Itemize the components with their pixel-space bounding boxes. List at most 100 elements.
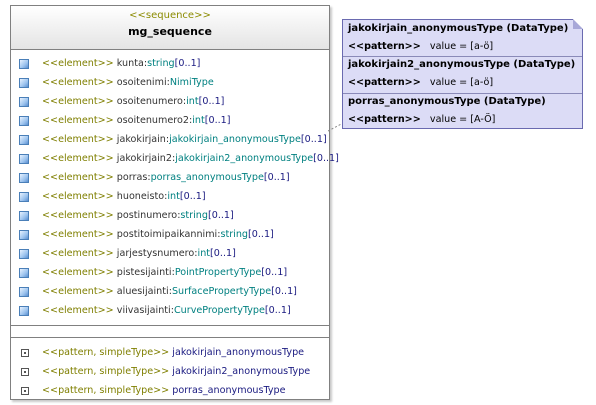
attribute-type: CurvePropertyType	[173, 305, 265, 316]
attribute-name: osoitenimi	[116, 77, 167, 88]
pattern-value: value = [a-ö]	[429, 41, 494, 52]
simple-type-icon	[21, 368, 29, 376]
attribute-stereotype: <<element>>	[42, 248, 114, 259]
nested-type-name: porras_anonymousType	[172, 385, 286, 396]
attribute-stereotype: <<element>>	[42, 267, 114, 278]
attribute-name: porras	[116, 172, 148, 183]
attribute-list: <<element>> kunta:string[0..1] <<element…	[11, 50, 339, 320]
datatype-pattern: <<pattern>> value = [A-Ö]	[348, 114, 495, 125]
attribute-name: jakokirjain	[116, 134, 166, 145]
attribute-multiplicity: [0..1]	[300, 134, 327, 145]
pattern-value: value = [a-ö]	[429, 77, 494, 88]
nested-type-stereotype: <<pattern, simpleType>>	[42, 366, 170, 377]
datatype-separator	[343, 93, 582, 94]
attribute-type: string	[147, 58, 175, 69]
attribute-name: postinumero	[116, 210, 178, 221]
class-name: mg_sequence	[128, 25, 212, 38]
attribute-name: jarjestysnumero	[116, 248, 195, 259]
class-stereotype: <<sequence>>	[129, 10, 211, 21]
element-attribute-icon	[19, 306, 29, 316]
attribute-type: NimiType	[169, 77, 214, 88]
attribute-type: jakokirjain2_anonymousType	[175, 153, 314, 164]
nested-type-stereotype: <<pattern, simpleType>>	[42, 385, 170, 396]
attribute-name: viivasijainti	[116, 305, 171, 316]
attribute-stereotype: <<element>>	[42, 191, 114, 202]
pattern-label: <<pattern>>	[348, 114, 421, 125]
attribute-stereotype: <<element>>	[42, 96, 114, 107]
datatype-note[interactable]: jakokirjain_anonymousType (DataType) <<p…	[342, 19, 583, 129]
element-attribute-icon	[19, 211, 29, 221]
element-attribute-icon	[19, 192, 29, 202]
attribute-name: aluesijainti	[116, 286, 169, 297]
attribute-stereotype: <<element>>	[42, 77, 114, 88]
attribute-type: int	[167, 191, 180, 202]
datatype-pattern: <<pattern>> value = [a-ö]	[348, 77, 493, 88]
datatype-title: jakokirjain2_anonymousType (DataType)	[348, 59, 576, 70]
simple-type-icon	[21, 349, 29, 357]
nested-type-name: jakokirjain2_anonymousType	[172, 366, 311, 377]
attribute-type: jakokirjain_anonymousType	[169, 134, 301, 145]
attribute-multiplicity: [0..1]	[264, 305, 291, 316]
attribute-multiplicity: [0..1]	[198, 96, 225, 107]
attribute-stereotype: <<element>>	[42, 210, 114, 221]
attribute-type: SurfacePropertyType	[171, 286, 272, 297]
datatype-pattern: <<pattern>> value = [a-ö]	[348, 41, 493, 52]
attribute-stereotype: <<element>>	[42, 286, 114, 297]
element-attribute-icon	[19, 154, 29, 164]
attribute-type: int	[197, 248, 211, 259]
attribute-type: porras_anonymousType	[150, 172, 264, 183]
attribute-type: string	[180, 210, 208, 221]
note-corner-fold-icon	[573, 19, 583, 29]
attribute-multiplicity: [0..1]	[261, 267, 288, 278]
attribute-type: int	[186, 96, 199, 107]
datatype-separator	[343, 56, 582, 57]
nested-type-stereotype: <<pattern, simpleType>>	[42, 347, 170, 358]
attribute-stereotype: <<element>>	[42, 115, 114, 126]
attribute-name: huoneisto	[116, 191, 165, 202]
attribute-stereotype: <<element>>	[42, 172, 114, 183]
element-attribute-icon	[19, 268, 29, 278]
attribute-multiplicity: [0..1]	[313, 153, 339, 164]
pattern-label: <<pattern>>	[348, 41, 421, 52]
element-attribute-icon	[19, 287, 29, 297]
attribute-multiplicity: [0..1]	[207, 210, 234, 221]
attribute-name: postitoimipaikannimi	[116, 229, 218, 240]
element-attribute-icon	[19, 135, 29, 145]
attribute-multiplicity: [0..1]	[271, 286, 297, 297]
attribute-type: string	[220, 229, 248, 240]
attribute-multiplicity: [0..1]	[204, 115, 231, 126]
attribute-name: kunta	[116, 58, 144, 69]
attribute-name: osoitenumero2	[116, 115, 189, 126]
attribute-multiplicity: [0..1]	[179, 191, 206, 202]
simple-type-icon	[21, 387, 29, 395]
attribute-stereotype: <<element>>	[42, 134, 114, 145]
element-attribute-icon	[19, 59, 29, 69]
nested-type-name: jakokirjain_anonymousType	[172, 347, 305, 358]
attribute-name: osoitenumero	[116, 96, 183, 107]
attributes-divider	[11, 325, 329, 326]
attribute-stereotype: <<element>>	[42, 305, 114, 316]
element-attribute-icon	[19, 230, 29, 240]
attribute-stereotype: <<element>>	[42, 229, 114, 240]
attribute-multiplicity: [0..1]	[248, 229, 274, 240]
pattern-label: <<pattern>>	[348, 77, 421, 88]
attribute-multiplicity: [0..1]	[210, 248, 236, 259]
attribute-multiplicity: [0..1]	[174, 58, 201, 69]
element-attribute-icon	[19, 78, 29, 88]
datatype-title: porras_anonymousType (DataType)	[348, 96, 546, 107]
attribute-name: jakokirjain2	[116, 153, 172, 164]
element-attribute-icon	[19, 249, 29, 259]
attribute-multiplicity: [0..1]	[263, 172, 290, 183]
datatype-title: jakokirjain_anonymousType (DataType)	[348, 23, 569, 34]
operations-divider	[11, 337, 329, 338]
attribute-stereotype: <<element>>	[42, 153, 114, 164]
element-attribute-icon	[19, 173, 29, 183]
attribute-name: pistesijainti	[116, 267, 172, 278]
element-attribute-icon	[19, 97, 29, 107]
class-header: <<sequence>> mg_sequence	[11, 6, 329, 50]
pattern-value: value = [A-Ö]	[429, 114, 496, 125]
element-attribute-icon	[19, 116, 29, 126]
attribute-type: PointPropertyType	[174, 267, 262, 278]
mg-sequence-class[interactable]: <<sequence>> mg_sequence <<element>> kun…	[10, 5, 339, 400]
attribute-type: int	[192, 115, 205, 126]
